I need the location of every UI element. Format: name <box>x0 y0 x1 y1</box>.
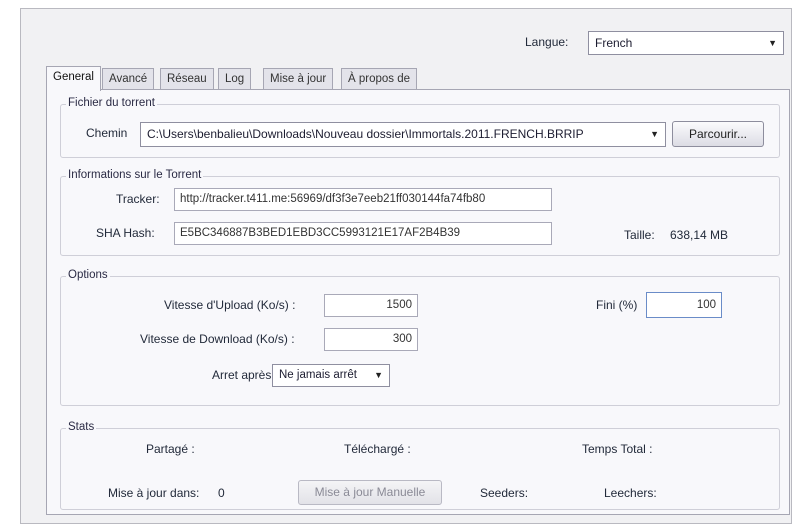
tab-general[interactable]: General <box>46 66 101 91</box>
path-value: C:\Users\benbalieu\Downloads\Nouveau dos… <box>147 127 584 141</box>
chevron-down-icon: ▼ <box>372 365 383 386</box>
chevron-down-icon: ▼ <box>647 123 659 145</box>
tracker-label: Tracker: <box>116 192 160 206</box>
tab-log[interactable]: Log <box>218 68 252 90</box>
size-value: 638,14 MB <box>670 228 729 242</box>
update-in-value: 0 <box>218 486 225 500</box>
options-title: Options <box>66 269 110 281</box>
tracker-field[interactable]: http://tracker.t411.me:56969/df3f3e7eeb2… <box>174 188 552 211</box>
tab-about[interactable]: À propos de <box>341 68 418 90</box>
tab-network[interactable]: Réseau <box>160 68 214 90</box>
size-label: Taille: <box>624 228 655 242</box>
stop-after-label: Arret après: <box>212 368 275 382</box>
download-speed-label: Vitesse de Download (Ko/s) : <box>140 332 295 346</box>
downloaded-label: Téléchargé : <box>344 442 411 456</box>
total-time-label: Temps Total : <box>582 442 653 456</box>
language-select[interactable]: French ▼ <box>588 31 784 55</box>
language-label: Langue: <box>525 35 569 49</box>
finished-percent-label: Fini (%) <box>596 298 638 312</box>
manual-update-button[interactable]: Mise à jour Manuelle <box>298 480 442 505</box>
shared-label: Partagé : <box>146 442 195 456</box>
chevron-down-icon: ▼ <box>768 38 777 48</box>
sha-hash-label: SHA Hash: <box>96 226 155 240</box>
finished-percent-field[interactable]: 100 <box>646 292 722 318</box>
leechers-label: Leechers: <box>604 486 657 500</box>
language-value: French <box>595 36 633 50</box>
upload-speed-label: Vitesse d'Upload (Ko/s) : <box>164 298 296 312</box>
torrent-info-title: Informations sur le Torrent <box>66 169 204 181</box>
browse-button[interactable]: Parcourir... <box>672 121 764 147</box>
tab-update[interactable]: Mise à jour <box>263 68 334 90</box>
sha-hash-field[interactable]: E5BC346887B3BED1EBD3CC5993121E17AF2B4B39 <box>174 222 552 245</box>
stop-after-select[interactable]: Ne jamais arrêt ▼ <box>272 364 390 387</box>
tab-advanced[interactable]: Avancé <box>102 68 155 90</box>
update-in-label: Mise à jour dans: <box>108 486 200 500</box>
path-select[interactable]: C:\Users\benbalieu\Downloads\Nouveau dos… <box>140 122 666 147</box>
upload-speed-field[interactable]: 1500 <box>324 294 418 317</box>
path-label: Chemin <box>86 126 128 140</box>
seeders-label: Seeders: <box>480 486 529 500</box>
torrent-file-title: Fichier du torrent <box>66 97 157 109</box>
stats-title: Stats <box>66 421 97 433</box>
download-speed-field[interactable]: 300 <box>324 328 418 351</box>
stop-after-value: Ne jamais arrêt <box>279 369 357 381</box>
